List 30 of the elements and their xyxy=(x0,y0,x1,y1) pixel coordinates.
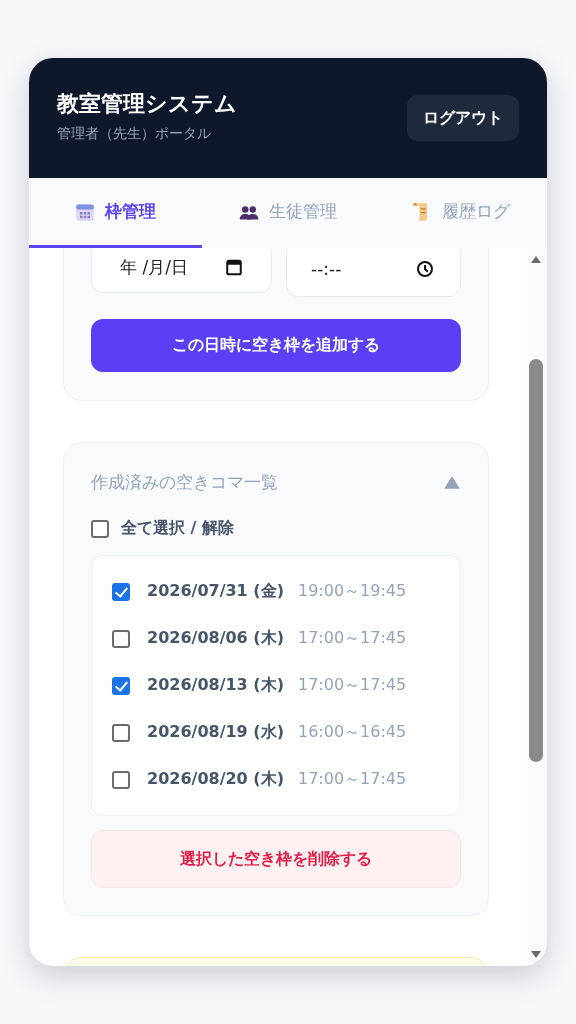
slot-time: 19:00～19:45 xyxy=(297,581,407,602)
checkbox[interactable] xyxy=(112,582,130,601)
add-slot-button[interactable]: この日時に空き枠を追加する xyxy=(91,319,461,372)
checkbox[interactable] xyxy=(112,676,130,695)
calendar-icon[interactable] xyxy=(225,258,243,276)
time-field[interactable]: --:-- xyxy=(286,248,461,297)
delete-button[interactable]: 選択した空き枠を削除する xyxy=(91,830,461,888)
scroll-down-icon[interactable] xyxy=(530,950,542,960)
slot-date: 2026/08/06 (木) xyxy=(147,628,284,649)
select-all-label: 全て選択 / 解除 xyxy=(121,518,234,539)
slot-date: 2026/08/19 (水) xyxy=(147,722,284,743)
app-title: 教室管理システム xyxy=(57,90,237,118)
checkbox[interactable] xyxy=(112,770,130,789)
slot-date: 2026/08/20 (木) xyxy=(147,769,284,790)
slot-time: 16:00～16:45 xyxy=(297,722,407,743)
slot-date: 2026/08/13 (木) xyxy=(147,675,284,696)
app-subtitle: 管理者（先生）ポータル xyxy=(57,125,212,143)
slot-time: 17:00～17:45 xyxy=(297,628,407,649)
date-field[interactable]: 年 /月/日 xyxy=(91,248,272,293)
checkbox[interactable] xyxy=(112,723,130,742)
logout-button[interactable]: ログアウト xyxy=(407,95,519,141)
slot-time: 17:00～17:45 xyxy=(297,675,407,696)
slot-time: 17:00～17:45 xyxy=(297,769,407,790)
scrollbar-thumb[interactable] xyxy=(529,359,543,762)
checkbox[interactable] xyxy=(112,629,130,648)
checkbox[interactable] xyxy=(91,519,109,538)
section-title: 作成済みの空きコマ一覧 xyxy=(91,471,278,494)
scroll-up-icon[interactable] xyxy=(530,254,542,264)
clock-icon[interactable] xyxy=(416,260,434,278)
slot-date: 2026/07/31 (金) xyxy=(147,581,284,602)
